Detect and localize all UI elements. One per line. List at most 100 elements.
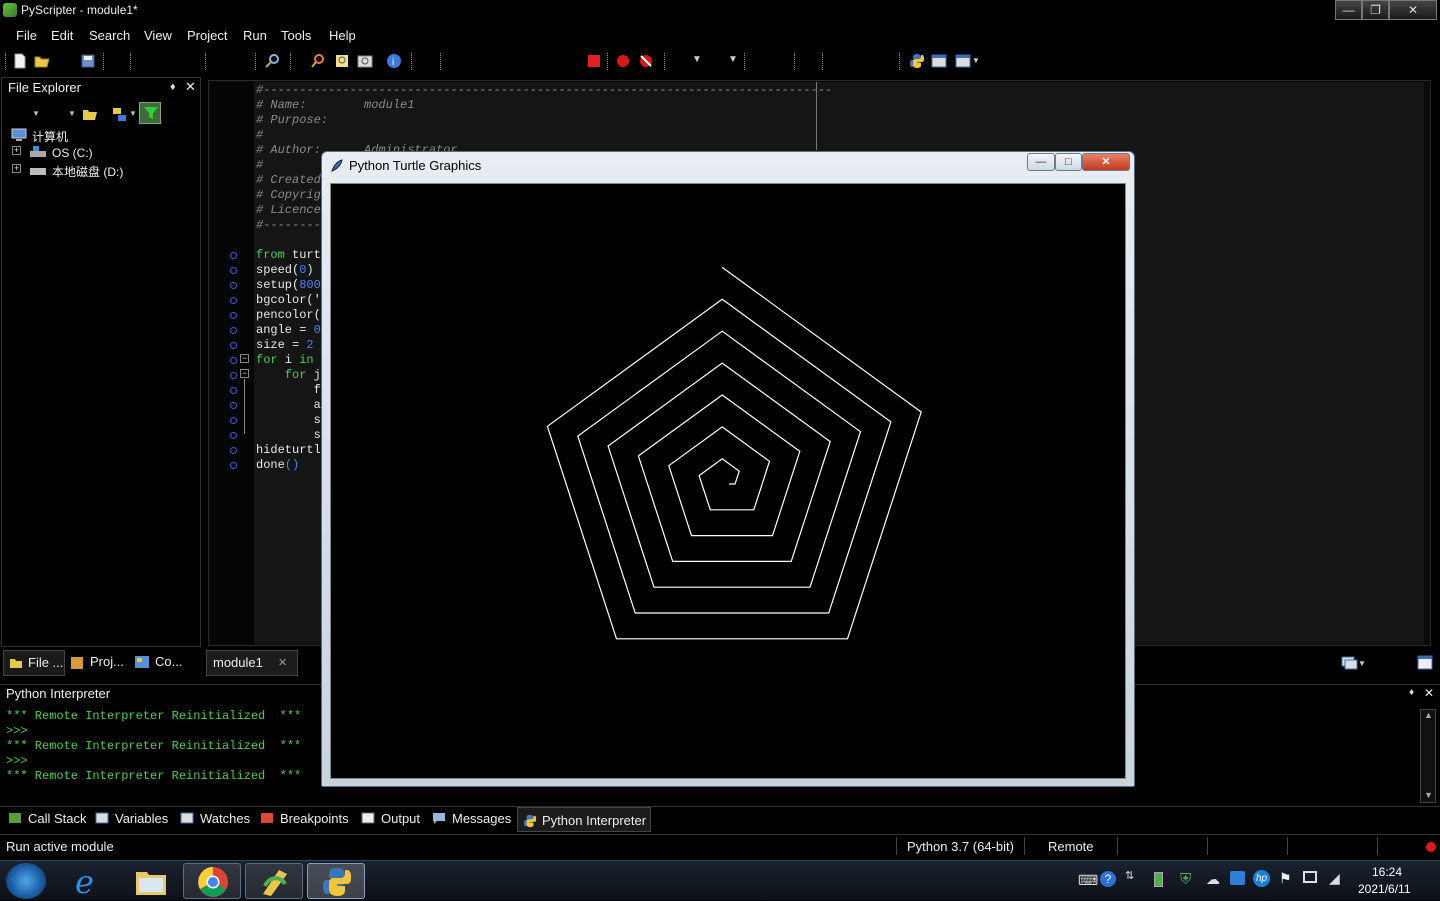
maximize-button[interactable]: ❐ [1362, 0, 1389, 20]
stop-icon[interactable] [586, 53, 602, 69]
expand-icon[interactable]: + [12, 146, 21, 155]
new-file-icon[interactable] [12, 53, 28, 69]
expand-icon[interactable]: + [12, 164, 21, 173]
menu-view[interactable]: View [144, 28, 172, 43]
pyscripter-taskbar-button[interactable] [245, 863, 303, 899]
start-button[interactable] [6, 863, 46, 899]
scroll-up-icon[interactable]: ▲ [1424, 710, 1433, 720]
find-in-files-icon[interactable] [310, 53, 326, 69]
display-icon[interactable] [1230, 871, 1245, 885]
turtle-close-button[interactable]: ✕ [1082, 153, 1130, 171]
line-marker[interactable] [230, 357, 237, 364]
line-marker[interactable] [230, 402, 237, 409]
window-list-icon[interactable] [1341, 656, 1359, 670]
fold-icon[interactable]: − [240, 369, 249, 378]
chevron-down-icon[interactable]: ▼ [972, 56, 980, 65]
hp-icon[interactable]: hp [1253, 870, 1270, 887]
menu-tools[interactable]: Tools [281, 28, 311, 43]
ie-taskbar-button[interactable]: e [62, 863, 120, 901]
menu-project[interactable]: Project [187, 28, 227, 43]
line-marker[interactable] [230, 297, 237, 304]
open-folder-icon[interactable] [34, 53, 50, 69]
tab-call-stack[interactable]: Call Stack [28, 811, 87, 826]
line-marker[interactable] [230, 342, 237, 349]
battery-icon[interactable] [1154, 872, 1163, 887]
tab-module1[interactable]: module1 ✕ [206, 650, 298, 676]
chevron-down-icon[interactable]: ▼ [1358, 659, 1366, 668]
line-marker[interactable] [230, 327, 237, 334]
open-folder-icon[interactable] [82, 106, 98, 122]
menu-run[interactable]: Run [243, 28, 267, 43]
line-marker[interactable] [230, 282, 237, 289]
window-layout-icon[interactable] [955, 53, 971, 69]
tab-breakpoints[interactable]: Breakpoints [280, 811, 349, 826]
close-icon[interactable]: ✕ [185, 79, 196, 95]
tree-item-drive-c[interactable]: OS (C:) [52, 146, 93, 160]
pin-icon[interactable]: ♦ [170, 81, 176, 93]
close-icon[interactable]: ✕ [1424, 686, 1434, 700]
line-marker[interactable] [230, 417, 237, 424]
menu-edit[interactable]: Edit [51, 28, 73, 43]
line-marker[interactable] [230, 252, 237, 259]
chevron-down-icon[interactable]: ▼ [68, 109, 76, 118]
tree-item-computer[interactable]: 计算机 [32, 128, 68, 145]
status-engine[interactable]: Remote [1048, 839, 1094, 854]
pin-icon[interactable]: ♦ [1409, 687, 1414, 698]
line-marker[interactable] [230, 312, 237, 319]
menu-help[interactable]: Help [329, 28, 356, 43]
layout-icon[interactable] [931, 53, 947, 69]
help-icon[interactable]: ? [1100, 871, 1116, 887]
close-button[interactable]: ✕ [1389, 0, 1437, 20]
vertical-scrollbar[interactable]: ▲ ▼ [1420, 709, 1436, 803]
line-marker[interactable] [230, 387, 237, 394]
line-marker[interactable] [230, 462, 237, 469]
line-marker[interactable] [230, 267, 237, 274]
tab-project-explorer[interactable]: Proj... [90, 654, 124, 669]
chevron-down-icon[interactable]: ▼ [692, 54, 702, 65]
network-icon[interactable] [1303, 871, 1317, 883]
line-marker[interactable] [230, 447, 237, 454]
tab-code-explorer[interactable]: Co... [155, 654, 182, 669]
turtle-maximize-button[interactable]: □ [1055, 153, 1082, 171]
tray-expand-icon[interactable]: ⇅ [1125, 869, 1134, 882]
minimize-button[interactable]: — [1335, 0, 1362, 20]
status-python-version[interactable]: Python 3.7 (64-bit) [907, 839, 1014, 854]
clock-time[interactable]: 16:24 [1372, 865, 1402, 879]
tab-watches[interactable]: Watches [200, 811, 250, 826]
chrome-taskbar-button[interactable] [183, 863, 241, 899]
save-all-icon[interactable] [80, 53, 96, 69]
toggle-breakpoint-icon[interactable] [615, 53, 631, 69]
info-icon[interactable]: i [386, 53, 402, 69]
fold-icon[interactable]: − [240, 354, 249, 363]
shield-icon[interactable]: ⛨ [1180, 871, 1191, 888]
menu-file[interactable]: File [16, 28, 37, 43]
flag-icon[interactable]: ⚑ [1279, 870, 1292, 887]
line-marker[interactable] [230, 372, 237, 379]
clock-date[interactable]: 2021/6/11 [1358, 882, 1411, 896]
python-icon[interactable] [909, 53, 925, 69]
scroll-down-icon[interactable]: ▼ [1424, 790, 1433, 800]
turtle-minimize-button[interactable]: — [1027, 153, 1055, 171]
filter-button[interactable] [139, 102, 161, 124]
line-marker[interactable] [230, 432, 237, 439]
tab-python-interpreter[interactable]: Python Interpreter [517, 807, 651, 832]
tab-variables[interactable]: Variables [115, 811, 168, 826]
tab-messages[interactable]: Messages [452, 811, 511, 826]
chevron-down-icon[interactable]: ▼ [728, 54, 738, 65]
python-turtle-taskbar-button[interactable] [307, 863, 365, 899]
network-device-icon[interactable]: ☁ [1206, 871, 1220, 888]
menu-search[interactable]: Search [89, 28, 130, 43]
replace-icon[interactable] [357, 53, 373, 69]
explorer-taskbar-button[interactable] [122, 863, 180, 899]
clear-breakpoints-icon[interactable] [638, 53, 654, 69]
keyboard-icon[interactable]: ⌨ [1078, 872, 1098, 889]
close-tab-icon[interactable]: ✕ [278, 656, 287, 669]
editor-window-icon[interactable] [1417, 655, 1433, 670]
folder-tree-icon[interactable] [112, 106, 128, 122]
tree-item-drive-d[interactable]: 本地磁盘 (D:) [52, 163, 123, 180]
volume-icon[interactable]: ◢ [1329, 870, 1340, 887]
turtle-canvas[interactable] [330, 183, 1126, 779]
tab-output[interactable]: Output [381, 811, 420, 826]
chevron-down-icon[interactable]: ▼ [32, 109, 40, 118]
tab-file-explorer[interactable]: File ... [3, 650, 65, 676]
